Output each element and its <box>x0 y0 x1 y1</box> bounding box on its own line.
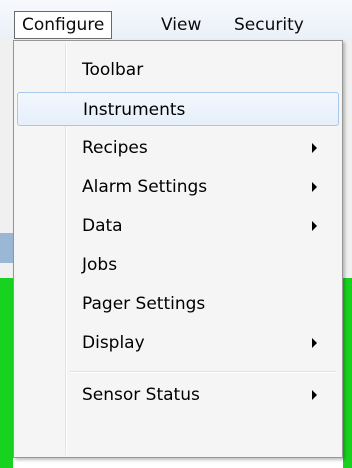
menu-security[interactable]: Security <box>228 11 310 39</box>
menu-item-sensor-status[interactable]: Sensor Status <box>17 378 339 412</box>
menu-item-label: Recipes <box>82 138 148 158</box>
menu-separator <box>70 371 336 373</box>
menu-bar: Configure View Security <box>0 0 352 41</box>
menu-item-label: Instruments <box>83 100 186 120</box>
menu-item-label: Display <box>82 333 145 353</box>
menu-item-toolbar[interactable]: Toolbar <box>17 53 339 87</box>
menu-item-label: Jobs <box>82 255 118 275</box>
menu-item-display[interactable]: Display <box>17 326 339 360</box>
status-green-panel <box>0 278 13 468</box>
background-panel-left <box>0 40 13 468</box>
submenu-arrow-icon <box>312 221 317 231</box>
menu-item-data[interactable]: Data <box>17 209 339 243</box>
background-strip <box>0 233 13 263</box>
menu-item-instruments[interactable]: Instruments <box>17 92 339 126</box>
configure-dropdown-menu: Toolbar Instruments Recipes Alarm Settin… <box>13 40 343 458</box>
menu-item-label: Pager Settings <box>82 294 206 314</box>
status-green-panel-right <box>343 278 352 468</box>
menu-item-label: Toolbar <box>82 60 144 80</box>
menu-item-alarm-settings[interactable]: Alarm Settings <box>17 170 339 204</box>
menu-item-label: Alarm Settings <box>82 177 208 197</box>
submenu-arrow-icon <box>312 182 317 192</box>
menu-configure[interactable]: Configure <box>14 11 113 39</box>
submenu-arrow-icon <box>312 390 317 400</box>
menu-item-jobs[interactable]: Jobs <box>17 248 339 282</box>
menu-view[interactable]: View <box>155 11 207 39</box>
submenu-arrow-icon <box>312 143 317 153</box>
menu-item-label: Data <box>82 216 123 236</box>
menu-item-recipes[interactable]: Recipes <box>17 131 339 165</box>
menu-item-pager-settings[interactable]: Pager Settings <box>17 287 339 321</box>
menu-item-label: Sensor Status <box>82 385 200 405</box>
background-panel-right <box>343 40 352 468</box>
submenu-arrow-icon <box>312 338 317 348</box>
